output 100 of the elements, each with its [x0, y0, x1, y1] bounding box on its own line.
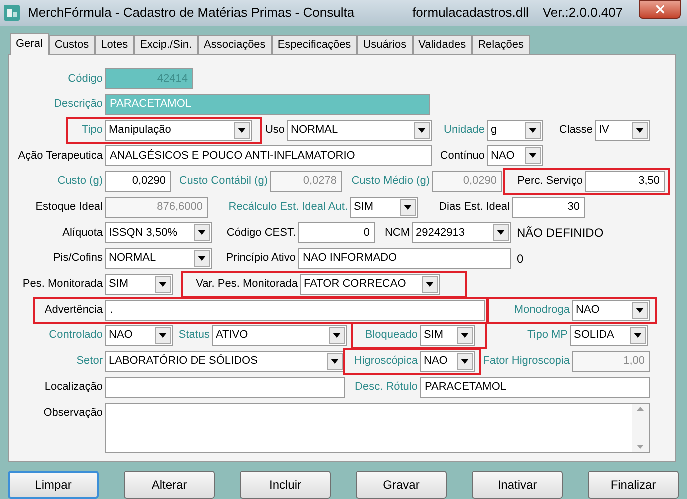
caret-down-icon: [159, 333, 167, 338]
window-title: MerchFórmula - Cadastro de Matérias Primas - Consulta: [28, 4, 355, 22]
field-label: Higroscópica: [353, 354, 418, 370]
field-label: Alíquota: [62, 226, 103, 241]
tab[interactable]: Associações: [198, 35, 272, 54]
dropdown[interactable]: NORMAL: [287, 120, 432, 141]
info-text: NÃO DEFINIDO: [517, 224, 604, 242]
field-label: Código CEST.: [226, 226, 296, 241]
text-field[interactable]: [105, 376, 345, 398]
dropdown[interactable]: LABORATÓRIO DE SÓLIDOS: [105, 350, 345, 372]
caret-down-icon: [198, 230, 206, 236]
action-button[interactable]: Alterar: [124, 471, 215, 499]
caret-down-icon: [418, 128, 426, 133]
tab[interactable]: Excip./Sin.: [134, 35, 198, 54]
dropdown[interactable]: g: [487, 120, 543, 141]
tab[interactable]: Lotes: [95, 35, 134, 54]
caret-down-icon: [461, 333, 469, 338]
field-label: Var. Pes. Monitorada: [195, 277, 298, 292]
text-field[interactable]: 3,50: [585, 171, 665, 192]
dropdown[interactable]: Manipulação: [105, 120, 252, 141]
caret-down-icon: [529, 128, 537, 133]
dropdown[interactable]: FATOR CORRECAO: [300, 274, 440, 295]
dropdown[interactable]: NAO: [487, 145, 543, 166]
close-button[interactable]: [639, 0, 681, 19]
field-label: Código: [67, 72, 103, 87]
scroll-up-icon[interactable]: [637, 406, 644, 411]
dropdown[interactable]: ISSQN 3,50%: [105, 222, 212, 244]
field-label: Recálculo Est. Ideal Aut.: [228, 200, 348, 216]
text-field[interactable]: 0,0290: [105, 171, 171, 192]
tab[interactable]: Geral: [10, 33, 49, 55]
field-label: Monodroga: [513, 302, 570, 318]
tab[interactable]: Especificações: [272, 35, 358, 54]
text-field[interactable]: 30: [512, 196, 585, 218]
scrollbar[interactable]: [632, 404, 649, 452]
field-label: Pis/Cofins: [52, 251, 103, 266]
caret-down-icon: [634, 333, 642, 338]
field-label: Descrição: [53, 97, 103, 112]
caret-down-icon: [529, 153, 537, 158]
field-label: Desc. Rótulo: [354, 380, 418, 395]
field-label: Unidade: [443, 122, 485, 138]
text-field[interactable]: ANALGÉSICOS E POUCO ANTI-INFLAMATORIO: [105, 145, 432, 166]
text-area[interactable]: [105, 402, 650, 453]
close-icon: [654, 3, 666, 16]
action-button[interactable]: Gravar: [356, 471, 447, 499]
action-button[interactable]: Inativar: [472, 471, 563, 499]
dropdown[interactable]: SIM: [350, 196, 418, 218]
version-text: Ver.:2.0.0.407: [542, 4, 624, 22]
caret-down-icon: [238, 128, 246, 133]
field-label: Status: [178, 328, 210, 344]
field-label: Custo Médio (g): [350, 174, 430, 190]
info-text: 0: [517, 250, 524, 268]
dropdown[interactable]: SIM: [420, 325, 475, 346]
dropdown[interactable]: NAO: [105, 325, 173, 346]
module-name: formulacadastros.dll: [412, 4, 529, 22]
tab[interactable]: Custos: [48, 35, 96, 54]
field-label: Advertência: [44, 302, 103, 318]
tab[interactable]: Relações: [472, 35, 530, 54]
field-label: Princípio Ativo: [225, 251, 296, 266]
dropdown[interactable]: SIM: [105, 274, 173, 295]
dropdown[interactable]: IV: [595, 120, 650, 141]
dropdown[interactable]: NAO: [420, 350, 475, 372]
field-label: Pes. Monitorada: [22, 277, 103, 292]
dropdown[interactable]: NAO: [572, 300, 650, 321]
field-label: Perc. Serviço: [516, 174, 583, 190]
text-field[interactable]: PARACETAMOL: [420, 376, 650, 398]
caret-down-icon: [404, 204, 412, 210]
text-field[interactable]: .: [105, 300, 485, 321]
text-field[interactable]: NAO INFORMADO: [298, 248, 511, 270]
field-label: Custo (g): [56, 174, 103, 190]
tab[interactable]: Validades: [412, 35, 472, 54]
scroll-down-icon[interactable]: [637, 444, 644, 449]
field-label: Contínuo: [440, 148, 485, 164]
field-label: Setor: [76, 354, 103, 370]
field-label: Custo Contábil (g): [178, 174, 268, 190]
field-label: NCM: [384, 226, 410, 241]
caret-down-icon: [159, 282, 167, 287]
field-label: Tipo MP: [526, 328, 568, 344]
dropdown[interactable]: SOLIDA: [570, 325, 648, 346]
field-label: Bloqueado: [364, 328, 418, 344]
app-icon: [4, 5, 20, 21]
action-button[interactable]: Incluir: [240, 471, 331, 499]
caret-down-icon: [636, 308, 644, 313]
action-button[interactable]: Finalizar: [588, 471, 679, 499]
dropdown[interactable]: ATIVO: [212, 325, 347, 346]
caret-down-icon: [497, 230, 505, 236]
field-label: Ação Terapeutica: [17, 148, 103, 164]
caret-down-icon: [333, 333, 341, 338]
field-label: Classe: [558, 122, 593, 138]
action-button[interactable]: Limpar: [8, 471, 99, 499]
text-field[interactable]: 0: [298, 222, 375, 244]
dropdown[interactable]: 29242913: [412, 222, 511, 244]
caret-down-icon: [198, 256, 206, 262]
tab[interactable]: Usuários: [357, 35, 413, 54]
field-label: Dias Est. Ideal: [438, 200, 510, 216]
field-label: Uso: [264, 122, 285, 138]
field-label: Controlado: [48, 328, 103, 344]
caret-down-icon: [331, 358, 339, 364]
dropdown[interactable]: NORMAL: [105, 248, 212, 270]
field-label: Observação: [42, 406, 103, 421]
caret-down-icon: [636, 128, 644, 133]
